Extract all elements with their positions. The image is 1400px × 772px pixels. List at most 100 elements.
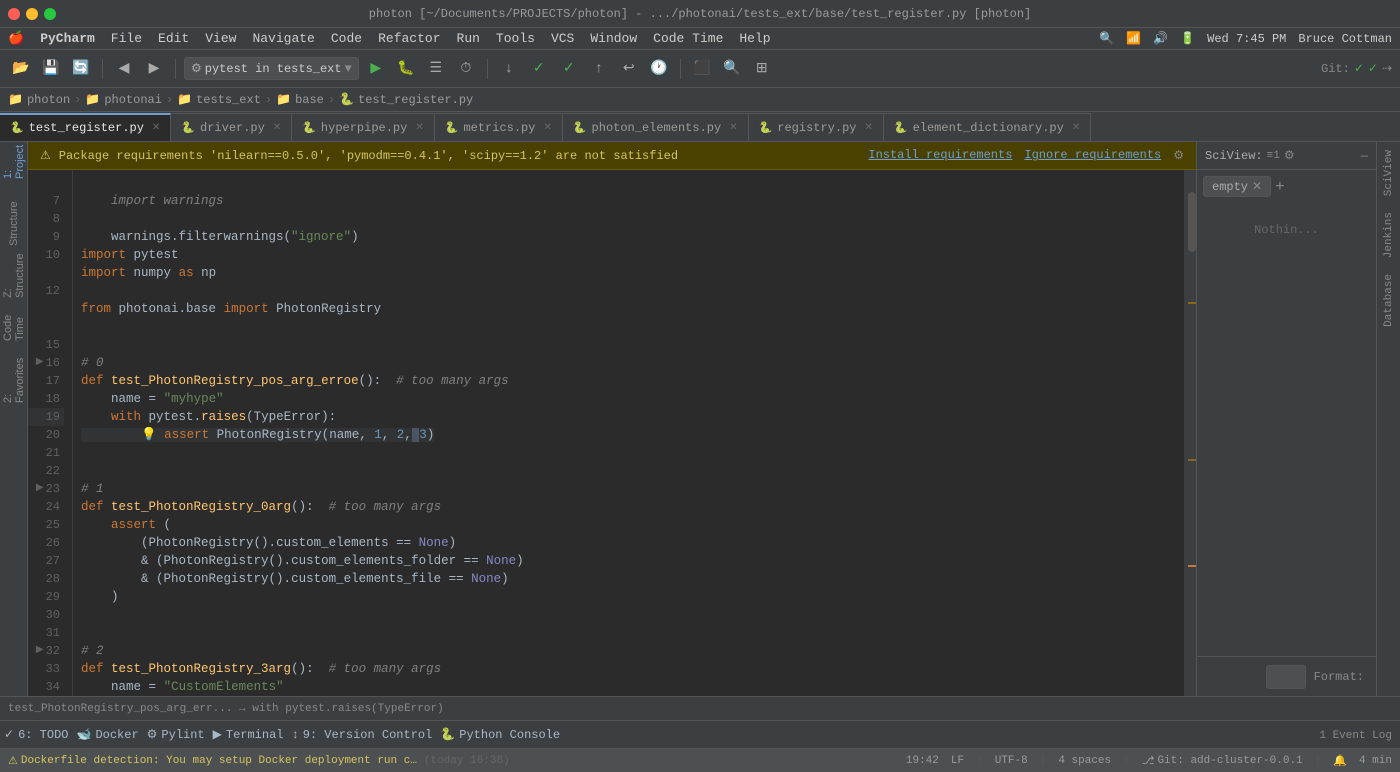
traffic-lights[interactable] [8, 8, 56, 20]
coverage-btn[interactable]: ☰ [423, 56, 449, 82]
git-check1-btn[interactable]: ✓ [526, 56, 552, 82]
breadcrumb-item-file[interactable]: 🐍 test_register.py [339, 92, 473, 107]
back-btn[interactable]: ◀ [111, 56, 137, 82]
vcs-menu[interactable]: VCS [551, 31, 574, 46]
maximize-button[interactable] [44, 8, 56, 20]
tab-close-test-register[interactable]: ✕ [152, 122, 160, 134]
window-menu[interactable]: Window [590, 31, 637, 46]
search-btn[interactable]: 🔍 [719, 56, 745, 82]
history-btn[interactable]: 🕐 [646, 56, 672, 82]
tab-metrics[interactable]: 🐍 metrics.py ✕ [435, 113, 563, 141]
save-all-btn[interactable]: 💾 [38, 56, 64, 82]
z-structure-icon[interactable]: Z: Structure [2, 264, 26, 288]
ignore-requirements-btn[interactable]: Ignore requirements [1024, 148, 1161, 163]
indent-setting[interactable]: 4 spaces [1058, 755, 1111, 767]
database-sidebar-tab[interactable]: Database [1377, 266, 1400, 335]
scrollbar-thumb[interactable] [1188, 192, 1196, 252]
git-push-btn[interactable]: ↑ [586, 56, 612, 82]
bottom-tab-terminal[interactable]: ▶ Terminal [209, 721, 288, 748]
forward-btn[interactable]: ▶ [141, 56, 167, 82]
install-requirements-btn[interactable]: Install requirements [868, 148, 1012, 163]
profile-btn[interactable]: ⏱ [453, 56, 479, 82]
empty-tab-close[interactable]: ✕ [1252, 179, 1262, 194]
tab-close-registry[interactable]: ✕ [864, 122, 872, 134]
multirun-btn[interactable]: ⊞ [749, 56, 775, 82]
open-file-btn[interactable]: 📂 [8, 56, 34, 82]
sciview-add-btn[interactable]: + [1275, 178, 1285, 196]
tab-close-photon-elements[interactable]: ✕ [729, 122, 737, 134]
code-editor[interactable]: 7 8 9 10 12 15 ▶16 17 18 19 20 21 22 [28, 170, 1196, 696]
menu-search-icon[interactable]: 🔍 [1099, 31, 1114, 46]
run-config-selector[interactable]: ⚙ pytest in tests_ext ▼ [184, 57, 359, 80]
sciview-settings-icon[interactable]: ⚙ [1284, 148, 1295, 163]
git-branch[interactable]: ⎇ Git: add-cluster-0.0.1 [1142, 754, 1303, 768]
cursor-position[interactable]: 19:42 [906, 755, 939, 767]
tab-photon-elements[interactable]: 🐍 photon_elements.py ✕ [563, 113, 749, 141]
run-btn[interactable]: ▶ [363, 56, 389, 82]
vertical-scrollbar[interactable] [1184, 170, 1196, 696]
username: Bruce Cottman [1298, 32, 1392, 46]
help-menu[interactable]: Help [739, 31, 770, 46]
sciview-minimize-icon[interactable]: — [1361, 149, 1368, 163]
view-menu[interactable]: View [205, 31, 236, 46]
tab-driver[interactable]: 🐍 driver.py ✕ [171, 113, 292, 141]
tab-test-register[interactable]: 🐍 test_register.py ✕ [0, 113, 171, 141]
bottom-tab-version-control[interactable]: ↕ 9: Version Control [287, 721, 436, 748]
bottom-tab-python-console[interactable]: 🐍 Python Console [436, 721, 564, 748]
menu-battery-icon: 🔋 [1180, 31, 1195, 46]
encoding[interactable]: UTF-8 [995, 755, 1028, 767]
code-line-11 [81, 284, 89, 298]
bottom-tab-todo[interactable]: ✓ 6: TODO [0, 721, 72, 748]
breadcrumb-item-base[interactable]: 📁 base [276, 92, 324, 107]
navigate-menu[interactable]: Navigate [252, 31, 314, 46]
sciview-empty-tab[interactable]: empty ✕ [1203, 176, 1271, 197]
close-button[interactable] [8, 8, 20, 20]
fold-arrow-23[interactable]: ▶ [36, 480, 44, 498]
run-config-icon: ⚙ [191, 61, 202, 76]
terminal-btn[interactable]: ⬛ [689, 56, 715, 82]
git-check2-btn[interactable]: ✓ [556, 56, 582, 82]
code-time-icon[interactable]: Code Time [2, 316, 26, 340]
warning-settings-icon[interactable]: ⚙ [1173, 148, 1184, 163]
structure-icon[interactable]: Structure [2, 212, 26, 236]
fold-arrow-32[interactable]: ▶ [36, 642, 44, 660]
debug-btn[interactable]: 🐛 [393, 56, 419, 82]
tab-element-dictionary[interactable]: 🐍 element_dictionary.py ✕ [884, 113, 1091, 141]
edit-menu[interactable]: Edit [158, 31, 189, 46]
bottom-tab-pylint[interactable]: ⚙ Pylint [143, 721, 209, 748]
event-log-btn[interactable]: 1 Event Log [1311, 728, 1400, 742]
tools-menu[interactable]: Tools [496, 31, 535, 46]
code-time-menu[interactable]: Code Time [653, 31, 723, 46]
sciview-sidebar-tab[interactable]: SciView [1377, 142, 1400, 204]
refactor-menu[interactable]: Refactor [378, 31, 440, 46]
project-icon[interactable]: 1: Project [2, 150, 26, 174]
file-menu[interactable]: File [111, 31, 142, 46]
run-menu[interactable]: Run [457, 31, 480, 46]
breadcrumb-item-photon[interactable]: 📁 photon [8, 92, 70, 107]
apple-menu[interactable]: 🍎 [8, 31, 24, 46]
bottom-tab-docker[interactable]: 🐋 Docker [72, 721, 142, 748]
code-menu[interactable]: Code [331, 31, 362, 46]
jenkins-sidebar-tab[interactable]: Jenkins [1377, 204, 1400, 266]
sync-btn[interactable]: 🔄 [68, 56, 94, 82]
tab-registry[interactable]: 🐍 registry.py ✕ [749, 113, 884, 141]
code-content[interactable]: import warnings warnings.filterwarnings(… [73, 170, 1184, 696]
line-ending[interactable]: LF [951, 755, 964, 767]
rollback-btn[interactable]: ↩ [616, 56, 642, 82]
vcs-update-btn[interactable]: ↓ [496, 56, 522, 82]
minimize-button[interactable] [26, 8, 38, 20]
docker-warning[interactable]: ⚠ Dockerfile detection: You may setup Do… [8, 754, 510, 768]
menu-left: 🍎 PyCharm File Edit View Navigate Code R… [8, 31, 771, 46]
folder-icon-2: 📁 [85, 92, 100, 107]
tab-close-metrics[interactable]: ✕ [543, 122, 551, 134]
breadcrumb-item-tests-ext[interactable]: 📁 tests_ext [177, 92, 261, 107]
breadcrumb-item-photonai[interactable]: 📁 photonai [85, 92, 162, 107]
tab-close-element-dictionary[interactable]: ✕ [1072, 122, 1080, 134]
fold-arrow-16[interactable]: ▶ [36, 354, 44, 372]
tab-hyperpipe[interactable]: 🐍 hyperpipe.py ✕ [292, 113, 435, 141]
tab-close-driver[interactable]: ✕ [273, 122, 281, 134]
tab-close-hyperpipe[interactable]: ✕ [415, 122, 423, 134]
notifications-indicator[interactable]: 🔔 [1333, 754, 1347, 768]
app-name-menu[interactable]: PyCharm [40, 31, 95, 46]
favorites-icon[interactable]: 2: Favorites [2, 368, 26, 392]
